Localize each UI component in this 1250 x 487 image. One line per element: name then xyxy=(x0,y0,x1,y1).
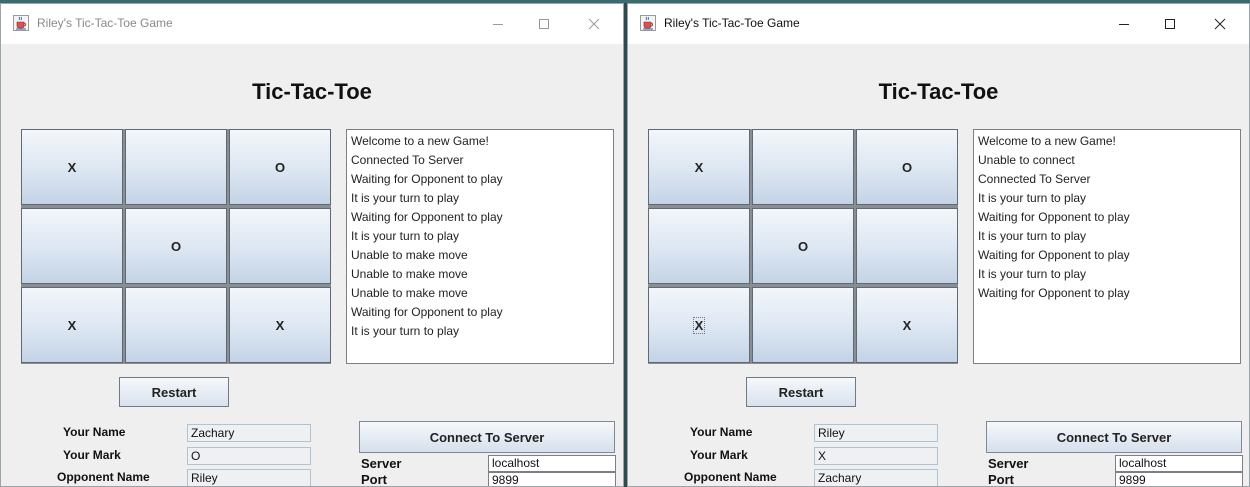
log-line: Waiting for Opponent to play xyxy=(978,210,1130,224)
close-icon xyxy=(588,18,600,30)
port-input[interactable]: 9899 xyxy=(488,472,616,486)
your-mark-field[interactable]: O xyxy=(187,447,311,465)
board-cell-1-1[interactable]: X xyxy=(21,129,123,205)
close-button[interactable] xyxy=(1197,8,1243,40)
log-line: It is your turn to play xyxy=(351,191,460,205)
connect-to-server-button[interactable]: Connect To Server xyxy=(359,421,615,453)
board-cell-2-1[interactable] xyxy=(648,208,750,284)
close-icon xyxy=(1214,18,1226,30)
board-cell-2-3[interactable] xyxy=(229,208,331,284)
connect-to-server-button[interactable]: Connect To Server xyxy=(986,421,1242,453)
board-cell-2-2[interactable]: O xyxy=(752,208,854,284)
log-line: Waiting for Opponent to play xyxy=(978,248,1130,262)
log-line: It is your turn to play xyxy=(978,267,1087,281)
cell-mark: X xyxy=(67,317,77,333)
board-cell-2-1[interactable] xyxy=(21,208,123,284)
title-bar[interactable]: Riley's Tic-Tac-Toe Game xyxy=(628,4,1249,44)
opponent-name-field[interactable]: Zachary xyxy=(814,469,938,486)
minimize-button[interactable] xyxy=(475,8,521,40)
board-cell-3-2[interactable] xyxy=(125,287,227,363)
game-board: X O O X X xyxy=(21,129,331,364)
opponent-name-label: Opponent Name xyxy=(684,470,777,484)
restart-button[interactable]: Restart xyxy=(746,377,856,407)
minimize-button[interactable] xyxy=(1101,8,1147,40)
cell-mark: X xyxy=(692,316,706,334)
window-title: Riley's Tic-Tac-Toe Game xyxy=(664,16,800,30)
your-mark-label: Your Mark xyxy=(63,448,121,462)
board-cell-3-2[interactable] xyxy=(752,287,854,363)
log-line: It is your turn to play xyxy=(978,229,1087,243)
maximize-icon xyxy=(539,19,549,29)
cell-mark: O xyxy=(901,159,913,175)
board-cell-3-3[interactable]: X xyxy=(856,287,958,363)
game-heading: Tic-Tac-Toe xyxy=(252,79,372,104)
port-input[interactable]: 9899 xyxy=(1115,472,1243,486)
board-cell-3-1[interactable]: X xyxy=(21,287,123,363)
title-bar[interactable]: Riley's Tic-Tac-Toe Game xyxy=(1,4,623,44)
java-cup-icon xyxy=(13,15,29,31)
cell-mark: O xyxy=(170,238,182,254)
log-line: Welcome to a new Game! xyxy=(978,134,1116,148)
maximize-icon xyxy=(1165,19,1175,29)
game-window-zachary[interactable]: Riley's Tic-Tac-Toe Game Tic-Tac-Toe X O… xyxy=(0,3,624,487)
log-line: Unable to make move xyxy=(351,286,468,300)
minimize-icon xyxy=(493,24,503,25)
log-line: Welcome to a new Game! xyxy=(351,134,489,148)
board-cell-2-3[interactable] xyxy=(856,208,958,284)
log-line: Connected To Server xyxy=(978,172,1091,186)
maximize-button[interactable] xyxy=(521,8,567,40)
log-line: Unable to make move xyxy=(351,248,468,262)
window-title: Riley's Tic-Tac-Toe Game xyxy=(37,16,173,30)
java-cup-icon xyxy=(640,15,656,31)
log-line: Waiting for Opponent to play xyxy=(351,210,503,224)
log-line: It is your turn to play xyxy=(351,229,460,243)
cell-mark: O xyxy=(797,238,809,254)
minimize-icon xyxy=(1119,24,1129,25)
opponent-name-label: Opponent Name xyxy=(57,470,150,484)
board-cell-1-2[interactable] xyxy=(125,129,227,205)
board-cell-3-1[interactable]: X xyxy=(648,287,750,363)
log-line: It is your turn to play xyxy=(351,324,460,338)
log-line: Waiting for Opponent to play xyxy=(351,172,503,186)
close-button[interactable] xyxy=(571,8,617,40)
log-line: Unable to make move xyxy=(351,267,468,281)
message-log[interactable]: Welcome to a new Game! Connected To Serve… xyxy=(346,129,614,364)
board-cell-1-1[interactable]: X xyxy=(648,129,750,205)
cell-mark: O xyxy=(274,159,286,175)
board-cell-3-3[interactable]: X xyxy=(229,287,331,363)
your-mark-field[interactable]: X xyxy=(814,447,938,465)
server-label: Server xyxy=(988,456,1029,471)
opponent-name-field[interactable]: Riley xyxy=(187,469,311,486)
message-log[interactable]: Welcome to a new Game! Unable to connect C… xyxy=(973,129,1241,364)
server-input[interactable]: localhost xyxy=(1115,455,1243,472)
cell-mark: X xyxy=(67,159,77,175)
maximize-button[interactable] xyxy=(1147,8,1193,40)
board-cell-2-2[interactable]: O xyxy=(125,208,227,284)
game-heading: Tic-Tac-Toe xyxy=(878,79,999,104)
port-label: Port xyxy=(988,472,1014,487)
cell-mark: X xyxy=(694,159,704,175)
log-line: Connected To Server xyxy=(351,153,464,167)
port-label: Port xyxy=(361,472,387,487)
log-line: Unable to connect xyxy=(978,153,1075,167)
your-mark-label: Your Mark xyxy=(690,448,748,462)
log-line: Waiting for Opponent to play xyxy=(351,305,503,319)
your-name-field[interactable]: Zachary xyxy=(187,424,311,442)
game-board: X O O X X xyxy=(648,129,958,364)
restart-button[interactable]: Restart xyxy=(119,377,229,407)
log-line: Waiting for Opponent to play xyxy=(978,286,1130,300)
board-cell-1-3[interactable]: O xyxy=(856,129,958,205)
board-cell-1-3[interactable]: O xyxy=(229,129,331,205)
server-input[interactable]: localhost xyxy=(488,455,616,472)
server-label: Server xyxy=(361,456,402,471)
log-line: It is your turn to play xyxy=(978,191,1087,205)
cell-mark: X xyxy=(275,317,285,333)
your-name-label: Your Name xyxy=(63,425,126,439)
your-name-label: Your Name xyxy=(690,425,753,439)
cell-mark: X xyxy=(902,317,912,333)
board-cell-1-2[interactable] xyxy=(752,129,854,205)
your-name-field[interactable]: Riley xyxy=(814,424,938,442)
game-window-riley[interactable]: Riley's Tic-Tac-Toe Game Tic-Tac-Toe X O… xyxy=(627,3,1250,487)
